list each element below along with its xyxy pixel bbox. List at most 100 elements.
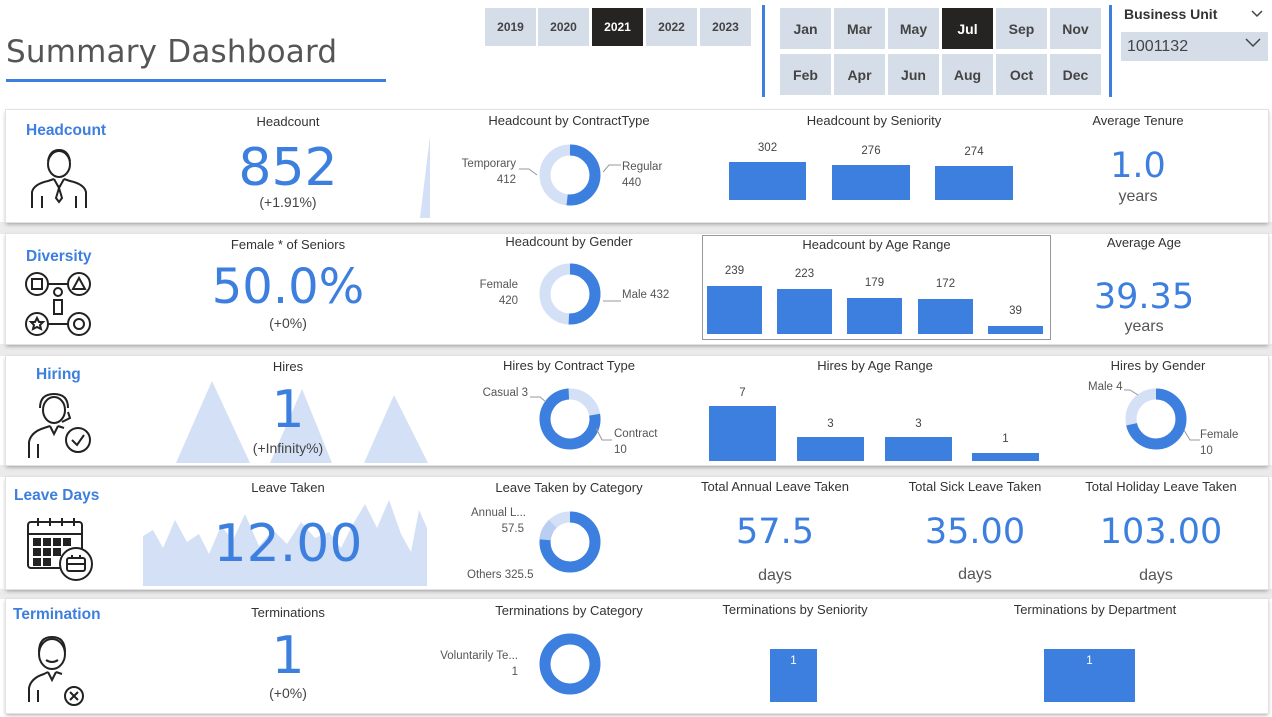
avg-age-value: 39.35: [1093, 277, 1195, 317]
bar-label: 7: [739, 387, 746, 399]
leader-line: [1183, 429, 1200, 449]
month-button-apr[interactable]: Apr: [834, 54, 885, 95]
year-button-2021[interactable]: 2021: [592, 8, 643, 46]
bar-label: 39: [1009, 305, 1022, 317]
contract-chart-title: Headcount by ContractType: [488, 113, 650, 128]
donut-label: Contract: [614, 428, 658, 440]
business-unit-value: 1001132: [1127, 37, 1189, 55]
bar: [972, 453, 1039, 461]
diversity-kpi-label: Female * of Seniors: [230, 237, 346, 252]
termination-department-title: Terminations by Department: [1013, 602, 1177, 617]
seniority-chart-title: Headcount by Seniority: [806, 113, 942, 128]
bar-label: 276: [861, 145, 881, 157]
bar: [777, 289, 832, 334]
tenure-unit: years: [1118, 188, 1158, 205]
sick-leave-label: Total Sick Leave Taken: [908, 479, 1042, 494]
leader-line: [1124, 384, 1139, 402]
headcount-kpi-label: Headcount: [256, 114, 320, 129]
headcount-kpi-change: (+1.91%): [259, 194, 317, 210]
bar-label: 223: [794, 268, 815, 280]
leave-category-title: Leave Taken by Category: [495, 480, 643, 495]
month-button-sep[interactable]: Sep: [996, 8, 1047, 49]
hires-kpi-label: Hires: [272, 359, 304, 374]
month-button-may[interactable]: May: [888, 8, 939, 49]
donut-label: Annual L...: [471, 507, 526, 519]
termination-kpi-label: Terminations: [251, 605, 325, 620]
month-button-jul[interactable]: Jul: [942, 8, 993, 49]
header-separator-2: [1109, 5, 1112, 97]
hires-age-title: Hires by Age Range: [817, 358, 933, 373]
month-button-feb[interactable]: Feb: [780, 54, 831, 95]
month-button-dec[interactable]: Dec: [1050, 54, 1101, 95]
diversity-icon: [24, 270, 94, 343]
year-button-2022[interactable]: 2022: [646, 8, 697, 46]
annual-leave-label: Total Annual Leave Taken: [701, 479, 849, 494]
bar-label: 302: [757, 142, 778, 154]
header-separator: [762, 5, 765, 97]
hires-gender-title: Hires by Gender: [1110, 358, 1206, 373]
month-button-nov[interactable]: Nov: [1050, 8, 1101, 49]
month-button-mar[interactable]: Mar: [834, 8, 885, 49]
donut-value: 412: [496, 174, 516, 186]
termination-category-title: Terminations by Category: [495, 603, 643, 618]
holiday-leave-label: Total Holiday Leave Taken: [1085, 479, 1237, 494]
month-button-jun[interactable]: Jun: [888, 54, 939, 95]
bar-label: 1: [790, 655, 797, 667]
hiring-person-icon: [26, 388, 94, 465]
year-button-2020[interactable]: 2020: [538, 8, 589, 46]
bar-label: 239: [724, 265, 745, 277]
month-button-oct[interactable]: Oct: [996, 54, 1047, 95]
sparkline: [418, 134, 432, 223]
business-unit-dropdown[interactable]: 1001132: [1121, 32, 1268, 61]
donut-label: Others 325.5: [467, 569, 534, 581]
headcount-kpi-value: 852: [238, 138, 338, 198]
donut-label: Voluntarily Te...: [440, 650, 518, 662]
donut-value: 440: [622, 177, 642, 189]
chevron-down-icon: [1244, 36, 1262, 53]
title-underline: [6, 79, 386, 82]
bar: [709, 406, 776, 461]
termination-category-donut: [536, 630, 604, 703]
section-title-leave: Leave Days: [14, 487, 100, 504]
contract-donut: [536, 141, 604, 214]
bar-label: 1: [1086, 655, 1093, 667]
donut-value: 10: [1200, 445, 1213, 457]
dashboard: Summary Dashboard 2019 2020 2021 2022 20…: [0, 0, 1272, 717]
hires-kpi-value: 1: [271, 380, 305, 440]
business-unit-label: Business Unit: [1124, 6, 1218, 22]
chevron-down-icon[interactable]: [1250, 6, 1264, 22]
leader-line: [595, 427, 612, 449]
month-button-aug[interactable]: Aug: [942, 54, 993, 95]
donut-value: 57.5: [501, 523, 524, 535]
hires-contract-donut: [536, 385, 604, 458]
annual-leave-unit: days: [758, 567, 792, 584]
bar: [935, 166, 1013, 200]
tenure-value: 1.0: [1110, 146, 1166, 186]
termination-kpi-change: (+0%): [269, 685, 307, 701]
bar-label: 3: [915, 418, 922, 430]
termination-seniority-title: Terminations by Seniority: [722, 602, 868, 617]
calendar-icon: [26, 516, 96, 587]
section-title-hiring: Hiring: [36, 366, 81, 383]
annual-leave-value: 57.5: [736, 512, 814, 552]
bar: [918, 299, 973, 334]
bar-label: 274: [964, 146, 984, 158]
bar: [797, 437, 864, 461]
donut-label: Female: [479, 279, 518, 291]
leader-line: [602, 160, 621, 178]
leader-line: [603, 291, 621, 309]
sick-leave-unit: days: [958, 566, 992, 583]
page-title: Summary Dashboard: [6, 34, 338, 70]
gender-chart-title: Headcount by Gender: [505, 234, 633, 249]
year-button-2019[interactable]: 2019: [485, 8, 536, 46]
age-chart-title: Headcount by Age Range: [802, 237, 951, 252]
tenure-label: Average Tenure: [1092, 113, 1184, 128]
holiday-leave-value: 103.00: [1099, 512, 1223, 552]
termination-person-icon: [26, 632, 88, 713]
diversity-kpi-value: 50.0%: [211, 259, 365, 315]
year-button-2023[interactable]: 2023: [700, 8, 751, 46]
month-button-jan[interactable]: Jan: [780, 8, 831, 49]
gender-donut: [536, 260, 604, 333]
hires-contract-title: Hires by Contract Type: [503, 358, 635, 373]
bar: [729, 162, 806, 200]
